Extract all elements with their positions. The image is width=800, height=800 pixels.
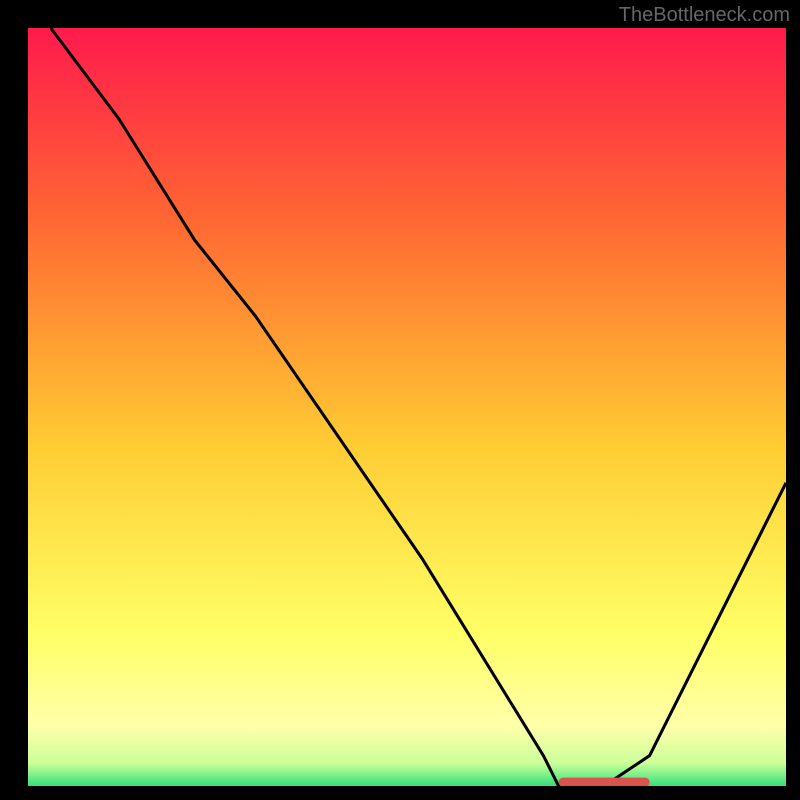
watermark-text: TheBottleneck.com xyxy=(619,4,790,27)
chart-plot-area xyxy=(28,28,786,786)
gradient-background xyxy=(28,28,786,786)
chart-svg xyxy=(28,28,786,786)
x-axis xyxy=(24,786,788,790)
optimal-marker xyxy=(559,778,650,786)
